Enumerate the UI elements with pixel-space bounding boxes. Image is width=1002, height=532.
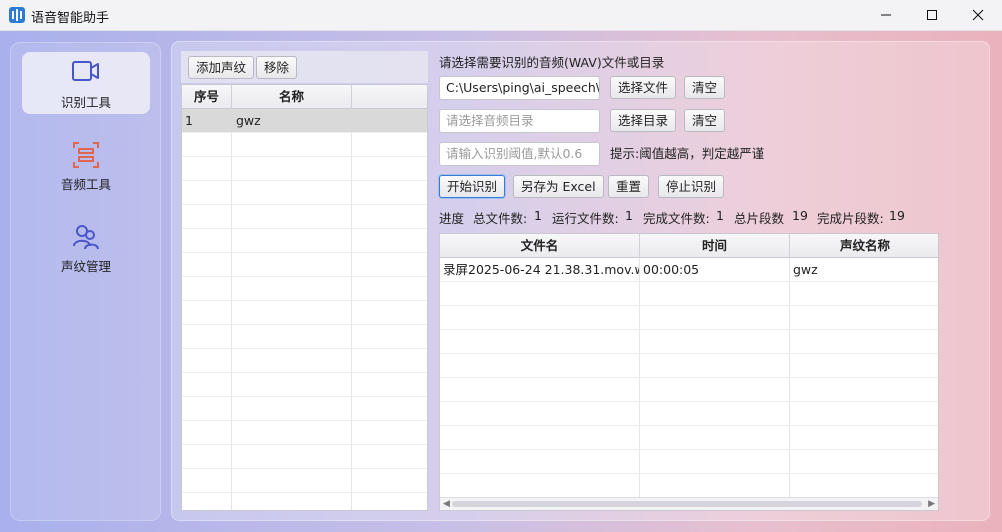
running-files-value: 1 bbox=[625, 208, 633, 223]
file-path-input[interactable]: C:\Users\ping\ai_speech\a bbox=[439, 76, 600, 100]
column-header-index[interactable]: 序号 bbox=[182, 85, 232, 109]
sidebar-item-label: 识别工具 bbox=[60, 95, 111, 110]
remove-voiceprint-button[interactable]: 移除 bbox=[256, 56, 298, 79]
table-header: 序号 名称 bbox=[182, 85, 427, 109]
table-row-empty bbox=[440, 474, 938, 498]
table-row-empty bbox=[440, 354, 938, 378]
row-index: 1 bbox=[185, 113, 193, 128]
running-files-label: 运行文件数: bbox=[552, 211, 619, 226]
table-row[interactable]: 录屏2025-06-24 21.38.31.mov.w... 00:00:05 … bbox=[440, 258, 938, 282]
save-as-excel-button[interactable]: 另存为 Excel bbox=[513, 175, 604, 198]
table-row-empty bbox=[440, 282, 938, 306]
add-voiceprint-button[interactable]: 添加声纹 bbox=[188, 56, 255, 79]
audio-scan-icon bbox=[73, 142, 99, 168]
done-segments-label: 完成片段数: bbox=[817, 211, 884, 226]
start-recognition-button[interactable]: 开始识别 bbox=[439, 175, 506, 198]
select-file-button[interactable]: 选择文件 bbox=[610, 76, 677, 99]
sidebar-item-voiceprint-management[interactable]: 声纹管理 bbox=[22, 216, 150, 278]
users-icon bbox=[73, 225, 99, 250]
table-row-empty bbox=[182, 181, 427, 205]
maximize-button[interactable] bbox=[909, 0, 955, 31]
table-row-empty bbox=[182, 133, 427, 157]
table-header: 文件名 时间 声纹名称 bbox=[440, 234, 938, 258]
sidebar-item-recognition-tools[interactable]: 识别工具 bbox=[22, 52, 150, 114]
done-segments-value: 19 bbox=[889, 208, 905, 223]
column-header-empty bbox=[352, 85, 427, 109]
threshold-input[interactable]: 请输入识别阈值,默认0.6 bbox=[439, 142, 600, 166]
scroll-left-icon[interactable]: ◀ bbox=[443, 499, 450, 509]
scroll-right-icon[interactable]: ▶ bbox=[928, 499, 935, 509]
table-row-empty bbox=[182, 205, 427, 229]
done-files-label: 完成文件数: bbox=[643, 211, 710, 226]
results-table[interactable]: 文件名 时间 声纹名称 录屏2025-06-24 21.38.31.mov.w.… bbox=[439, 233, 939, 511]
column-header-time[interactable]: 时间 bbox=[640, 234, 790, 258]
total-segments-label: 总片段数 bbox=[734, 211, 785, 226]
instruction-text: 请选择需要识别的音频(WAV)文件或目录 bbox=[439, 55, 665, 70]
done-files-value: 1 bbox=[716, 208, 724, 223]
table-row-empty bbox=[182, 469, 427, 493]
table-row-empty bbox=[182, 253, 427, 277]
total-segments-value: 19 bbox=[792, 208, 808, 223]
table-row-empty bbox=[182, 421, 427, 445]
table-row-empty bbox=[182, 157, 427, 181]
select-directory-button[interactable]: 选择目录 bbox=[610, 109, 677, 132]
table-row-empty bbox=[182, 301, 427, 325]
sidebar-item-label: 音频工具 bbox=[60, 177, 111, 192]
title-bar: 语音智能助手 bbox=[0, 0, 1002, 31]
video-camera-icon bbox=[72, 61, 99, 81]
progress-label: 进度 bbox=[439, 211, 465, 226]
voiceprint-table[interactable]: 序号 名称 1 gwz bbox=[181, 84, 428, 511]
row-filename: 录屏2025-06-24 21.38.31.mov.w... bbox=[443, 262, 639, 277]
scrollbar-thumb[interactable] bbox=[452, 501, 922, 507]
table-row-empty bbox=[182, 229, 427, 253]
stop-recognition-button[interactable]: 停止识别 bbox=[658, 175, 725, 198]
reset-button[interactable]: 重置 bbox=[608, 175, 650, 198]
row-time: 00:00:05 bbox=[643, 262, 700, 277]
table-row-empty bbox=[182, 277, 427, 301]
total-files-label: 总文件数: bbox=[473, 211, 528, 226]
table-row-empty bbox=[440, 330, 938, 354]
table-row[interactable]: 1 gwz bbox=[182, 109, 427, 133]
close-button[interactable] bbox=[955, 0, 1001, 31]
sidebar-item-label: 声纹管理 bbox=[60, 259, 111, 274]
table-row-empty bbox=[182, 349, 427, 373]
threshold-hint: 提示:阈值越高，判定越严谨 bbox=[610, 146, 765, 161]
app-logo-icon bbox=[9, 7, 25, 23]
sidebar-item-audio-tools[interactable]: 音频工具 bbox=[22, 134, 150, 196]
table-row-empty bbox=[440, 426, 938, 450]
column-header-voiceprint[interactable]: 声纹名称 bbox=[790, 234, 938, 258]
clear-directory-button[interactable]: 清空 bbox=[684, 109, 726, 132]
table-row-empty bbox=[440, 402, 938, 426]
table-row-empty bbox=[182, 445, 427, 469]
row-name: gwz bbox=[236, 113, 261, 128]
table-row-empty bbox=[440, 450, 938, 474]
clear-file-button[interactable]: 清空 bbox=[684, 76, 726, 99]
column-header-filename[interactable]: 文件名 bbox=[440, 234, 640, 258]
column-header-name[interactable]: 名称 bbox=[232, 85, 352, 109]
total-files-value: 1 bbox=[534, 208, 542, 223]
row-voiceprint: gwz bbox=[793, 262, 818, 277]
table-row-empty bbox=[182, 325, 427, 349]
table-row-empty bbox=[440, 378, 938, 402]
window-title: 语音智能助手 bbox=[31, 11, 110, 26]
table-row-empty bbox=[182, 373, 427, 397]
minimize-button[interactable] bbox=[863, 0, 909, 31]
table-row-empty bbox=[182, 493, 427, 510]
table-row-empty bbox=[182, 397, 427, 421]
horizontal-scrollbar[interactable]: ◀ ▶ bbox=[440, 497, 938, 510]
directory-input[interactable]: 请选择音频目录 bbox=[439, 109, 600, 133]
sidebar: 识别工具 音频工具 声纹管理 bbox=[10, 42, 161, 521]
table-row-empty bbox=[440, 306, 938, 330]
